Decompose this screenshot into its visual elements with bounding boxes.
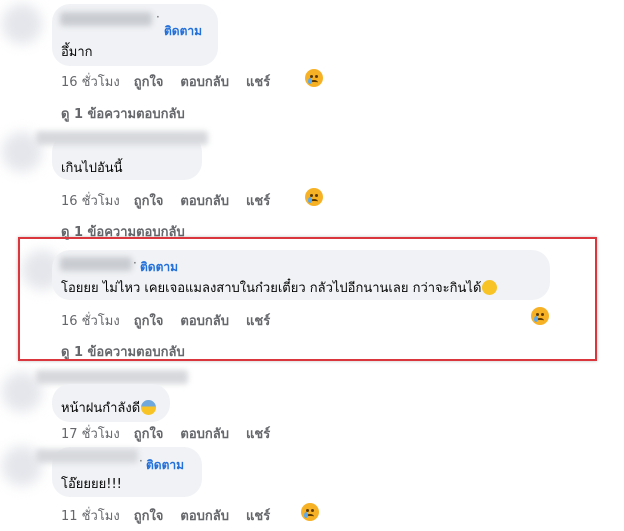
comment-actions: 16 ชั่วโมง ถูกใจ ตอบกลับ แชร์: [61, 71, 287, 92]
like-button[interactable]: ถูกใจ: [134, 71, 164, 92]
anxious-face-icon: [141, 400, 157, 415]
comment-actions: 11 ชั่วโมง ถูกใจ ตอบกลับ แชร์: [61, 505, 287, 526]
name-separator: ·: [156, 10, 160, 24]
comment-actions: 17 ชั่วโมง ถูกใจ ตอบกลับ แชร์: [61, 423, 287, 444]
commenter-name[interactable]: [36, 131, 208, 145]
comment-actions: 16 ชั่วโมง ถูกใจ ตอบกลับ แชร์: [61, 190, 287, 211]
follow-button[interactable]: ติดตาม: [164, 22, 202, 41]
sad-reaction-icon[interactable]: [305, 69, 323, 87]
reply-button[interactable]: ตอบกลับ: [180, 71, 229, 92]
name-separator: ·: [139, 454, 143, 468]
sad-reaction-icon[interactable]: [305, 188, 323, 206]
commenter-name[interactable]: [36, 370, 188, 384]
comment-time[interactable]: 16 ชั่วโมง: [61, 190, 120, 211]
reply-button[interactable]: ตอบกลับ: [180, 423, 229, 444]
comment-text: หน้าฝนกำลังดี: [61, 397, 157, 418]
view-replies-link[interactable]: ดู 1 ข้อความตอบกลับ: [61, 103, 185, 124]
comment-text-content: หน้าฝนกำลังดี: [61, 401, 141, 416]
sad-reaction-icon[interactable]: [301, 503, 319, 521]
comment-time[interactable]: 11 ชั่วโมง: [61, 505, 120, 526]
share-button[interactable]: แชร์: [246, 505, 270, 526]
share-button[interactable]: แชร์: [246, 71, 270, 92]
comment-time[interactable]: 16 ชั่วโมง: [61, 71, 120, 92]
commenter-name[interactable]: [36, 449, 138, 463]
reply-button[interactable]: ตอบกลับ: [180, 190, 229, 211]
like-button[interactable]: ถูกใจ: [134, 423, 164, 444]
comment-text: เกินไปอันนี้: [61, 161, 123, 176]
reply-button[interactable]: ตอบกลับ: [180, 505, 229, 526]
avatar[interactable]: [2, 4, 42, 44]
comment-time[interactable]: 17 ชั่วโมง: [61, 423, 120, 444]
like-button[interactable]: ถูกใจ: [134, 505, 164, 526]
share-button[interactable]: แชร์: [246, 423, 270, 444]
comment-text: โอ๊ยยยย!!!: [61, 477, 122, 492]
follow-button[interactable]: ติดตาม: [146, 456, 184, 475]
comment-text: อึ้มาก: [61, 45, 93, 60]
like-button[interactable]: ถูกใจ: [134, 190, 164, 211]
share-button[interactable]: แชร์: [246, 190, 270, 211]
highlight-box: [18, 237, 597, 361]
commenter-name[interactable]: [60, 12, 152, 26]
